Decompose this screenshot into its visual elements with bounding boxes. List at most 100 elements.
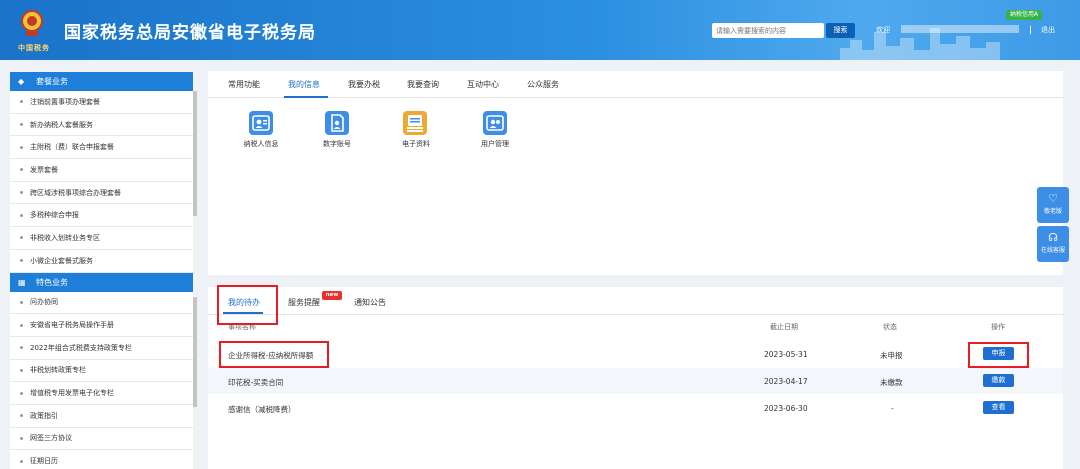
table-row: 印花税-买卖合同 2023-04-17 未缴款 缴款	[208, 368, 1063, 394]
bullet-icon	[20, 191, 23, 195]
online-service-label: 在线客服	[1040, 247, 1065, 254]
document-user-icon[interactable]	[325, 111, 349, 135]
row-deadline: 2023-04-17	[764, 377, 808, 386]
credit-rating-badge[interactable]: 纳税信用A	[1006, 10, 1042, 20]
search-button[interactable]: 搜索	[826, 23, 855, 38]
bullet-icon	[20, 391, 23, 395]
sidebar-group-package[interactable]: ◆ 套餐业务	[10, 72, 197, 91]
sidebar-item[interactable]: 注销前置事项办理套餐	[10, 91, 197, 114]
tab-tax-handling[interactable]: 我要办税	[348, 79, 380, 90]
tab-interaction[interactable]: 互动中心	[467, 79, 499, 90]
sidebar-item-label: 增值税专用发票电子化专栏	[30, 389, 114, 398]
site-title[interactable]: 国家税务总局安徽省电子税务局	[64, 18, 316, 43]
tab-public-service[interactable]: 公众服务	[527, 79, 559, 90]
sidebar-item[interactable]: 安徽省电子税务局操作手册	[10, 314, 197, 337]
sidebar-item[interactable]: 多税种综合申报	[10, 204, 197, 228]
sidebar-item[interactable]: 2022年组合式税费支持政策专栏	[10, 337, 197, 360]
bullet-icon	[20, 213, 23, 217]
sidebar-group-featured[interactable]: ▦ 特色业务	[10, 272, 197, 292]
bullet-icon	[20, 368, 23, 372]
headset-icon: ☊	[1048, 231, 1058, 244]
column-header-status: 状态	[883, 323, 897, 331]
table-row: 感谢信（减税降费） 2023-06-30 - 查看	[208, 395, 1063, 421]
sidebar-item[interactable]: 增值税专用发票电子化专栏	[10, 382, 197, 405]
top-tab-bar: 常用功能 我的信息 我要办税 我要查询 互动中心 公众服务	[208, 71, 1063, 98]
row-status: 未缴款	[880, 378, 903, 387]
new-badge: new	[322, 291, 342, 300]
bullet-icon	[20, 459, 23, 463]
welcome-text: 欢迎	[876, 26, 890, 34]
search-input[interactable]	[712, 23, 824, 38]
sidebar-item-label: 政策指引	[30, 411, 58, 420]
person-card-icon[interactable]	[249, 111, 273, 135]
grid-icon: ▦	[18, 277, 26, 287]
pay-button[interactable]: 缴款	[983, 374, 1014, 387]
elder-mode-button[interactable]: ♡ 敬老版	[1037, 187, 1069, 223]
tab-query[interactable]: 我要查询	[407, 79, 439, 90]
bullet-icon	[20, 300, 23, 304]
highlight-box-item-name	[219, 341, 329, 368]
tab-notice[interactable]: 通知公告	[354, 297, 386, 308]
bullet-icon	[20, 145, 23, 149]
row-item-name[interactable]: 印花税-买卖合同	[228, 377, 283, 388]
sidebar-item[interactable]: 小微企业套餐式服务	[10, 250, 197, 273]
tax-emblem-icon	[21, 10, 43, 36]
sidebar-item[interactable]: 发票套餐	[10, 159, 197, 182]
sidebar-item-label: 非税划转政策专栏	[30, 366, 86, 375]
elder-mode-label: 敬老版	[1043, 208, 1062, 215]
sidebar-item-label: 网签三方协议	[30, 434, 72, 443]
bullet-icon	[20, 414, 23, 418]
sidebar-scrollbar-thumb[interactable]	[193, 297, 197, 407]
package-icon: ◆	[18, 77, 25, 86]
bullet-icon	[20, 236, 23, 240]
sidebar-item-label: 跨区域涉税事项综合办理套餐	[30, 188, 121, 197]
logout-link[interactable]: 退出	[1041, 25, 1055, 35]
row-item-name[interactable]: 感谢信（减税降费）	[228, 404, 296, 415]
sidebar-item-label: 问办协同	[30, 298, 58, 307]
sidebar-group-label: 套餐业务	[36, 77, 68, 86]
app-label-taxpayer-info[interactable]: 纳税人信息	[231, 139, 291, 149]
sidebar-item[interactable]: 新办纳税人套餐服务	[10, 114, 197, 137]
sidebar-item[interactable]: 征期日历	[10, 450, 197, 469]
sidebar-item[interactable]: 跨区域涉税事项综合办理套餐	[10, 182, 197, 205]
header-divider	[1030, 26, 1031, 34]
column-header-deadline: 截止日期	[770, 323, 798, 331]
bullet-icon	[20, 123, 23, 127]
row-status: -	[891, 404, 894, 413]
hand-heart-icon: ♡	[1048, 192, 1058, 205]
tab-my-info[interactable]: 我的信息	[288, 79, 320, 90]
highlight-box-todo-tab	[217, 285, 278, 325]
sidebar-scrollbar-thumb[interactable]	[193, 91, 197, 216]
bullet-icon	[20, 346, 23, 350]
app-label-user-management[interactable]: 用户管理	[465, 139, 525, 149]
sidebar-item[interactable]: 主附税（费）联合申报套餐	[10, 136, 197, 160]
sidebar-item-label: 征期日历	[30, 457, 58, 466]
sidebar: ◆ 套餐业务 注销前置事项办理套餐 新办纳税人套餐服务 主附税（费）联合申报套餐…	[10, 72, 197, 469]
sidebar-item[interactable]: 问办协同	[10, 292, 197, 315]
sidebar-item[interactable]: 非税划转政策专栏	[10, 360, 197, 383]
sidebar-item[interactable]: 网签三方协议	[10, 428, 197, 451]
tab-common-functions[interactable]: 常用功能	[228, 79, 260, 90]
column-header-action: 操作	[991, 323, 1005, 331]
sidebar-item-label: 发票套餐	[30, 165, 58, 174]
user-name-redacted	[901, 25, 1019, 33]
file-stack-icon[interactable]	[403, 111, 427, 135]
bullet-icon	[20, 436, 23, 440]
tab-divider	[208, 314, 1063, 315]
active-tab-indicator	[284, 96, 328, 98]
row-deadline: 2023-06-30	[764, 404, 808, 413]
app-label-digital-account[interactable]: 数字账号	[307, 139, 367, 149]
bullet-icon	[20, 259, 23, 263]
sidebar-item-label: 非税收入划转业务专区	[30, 233, 100, 242]
sidebar-item-label: 主附税（费）联合申报套餐	[30, 143, 114, 152]
table-row: 企业所得税-应纳税所得额 2023-05-31 未申报 申报	[208, 341, 1063, 367]
sidebar-item[interactable]: 非税收入划转业务专区	[10, 227, 197, 250]
bullet-icon	[20, 100, 23, 104]
view-button[interactable]: 查看	[983, 401, 1014, 414]
app-label-electronic-data[interactable]: 电子资料	[386, 139, 446, 149]
tab-service-reminder[interactable]: 服务提醒	[288, 297, 320, 308]
users-icon[interactable]	[483, 111, 507, 135]
online-service-button[interactable]: ☊ 在线客服	[1037, 226, 1069, 262]
sidebar-item[interactable]: 政策指引	[10, 405, 197, 428]
info-panel: 常用功能 我的信息 我要办税 我要查询 互动中心 公众服务 纳税人信息 数字账号…	[208, 71, 1063, 275]
